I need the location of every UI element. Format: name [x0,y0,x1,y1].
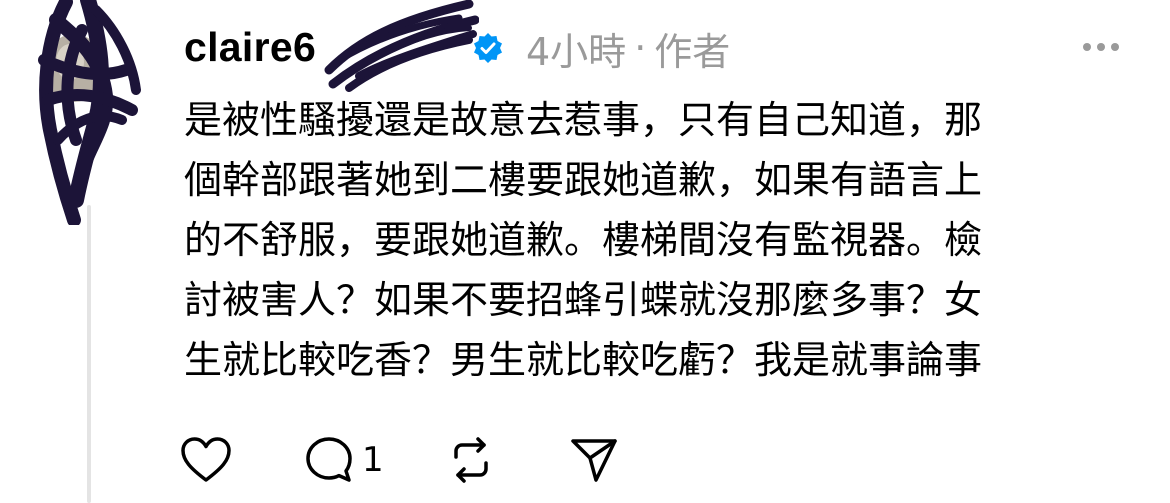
author-label: 作者 [654,29,731,74]
comment-text: 是被性騷擾還是故意去惹事，只有自己知道，那 個幹部跟著她到二樓要跟她道歉，如果有… [184,90,1144,390]
comment-bubble-icon [306,437,352,482]
repost-button[interactable] [446,432,496,488]
comment-line: 討被害人？如果不要招蜂引蝶就沒那麼多事？女 [184,278,983,322]
more-options-icon[interactable] [1082,40,1120,54]
username[interactable]: claire6 [184,24,316,71]
repost-icon [453,437,488,483]
heart-icon [181,437,231,482]
paper-plane-icon [570,439,617,482]
comment-line: 生就比較吃香？男生就比較吃虧？我是就事論事 [184,338,983,382]
redaction-scribble [324,0,479,92]
avatar[interactable] [36,0,146,225]
comment-line: 的不舒服，要跟她道歉。樓梯間沒有監視器。檢 [184,218,983,262]
action-bar: 1 [180,432,618,488]
like-button[interactable] [180,432,232,488]
comment-line: 是被性騷擾還是故意去惹事，只有自己知道，那 [184,98,983,142]
reply-count: 1 [362,440,384,480]
thread-line [87,205,91,503]
post-time: 4小時 [526,29,627,74]
meta-separator: · [634,26,647,70]
comment-line: 個幹部跟著她到二樓要跟她道歉，如果有語言上 [184,158,983,202]
share-button[interactable] [570,432,618,488]
reply-button[interactable]: 1 [304,432,384,488]
post-header: claire6 4小時 · 作者 [184,0,731,92]
username-area[interactable]: claire6 [184,0,479,92]
